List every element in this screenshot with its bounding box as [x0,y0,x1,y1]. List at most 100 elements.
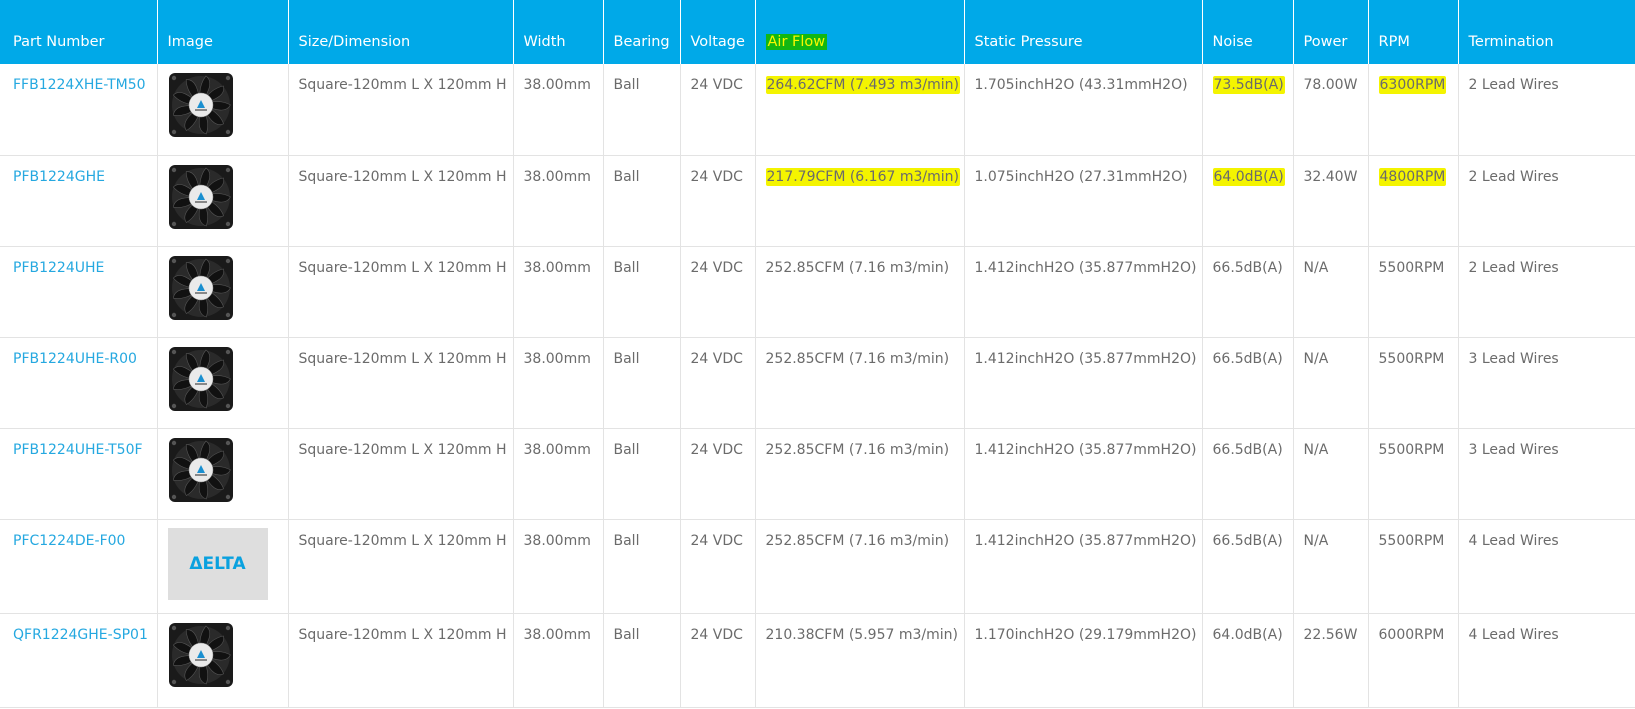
product-image[interactable] [168,437,278,503]
noise-cell: 66.5dB(A) [1201,519,1293,614]
table-row: PFC1224DE-F00 ΔELTA Square-120mm L X 120… [0,519,1635,614]
rpm-cell: 4800RPM [1367,155,1458,247]
size-cell: Square-120mm L X 120mm H [287,428,513,520]
power-cell: 78.00W [1292,64,1368,156]
header-static-pressure[interactable]: Static Pressure [963,0,1202,64]
noise-cell: 66.5dB(A) [1201,337,1293,429]
header-power[interactable]: Power [1292,0,1368,64]
static-pressure-cell: 1.075inchH2O (27.31mmH2O) [963,155,1202,247]
rpm-text: 6000RPM [1378,626,1445,643]
voltage-cell: 24 VDC [679,246,755,338]
static-pressure-text: 1.075inchH2O (27.31mmH2O) [974,168,1188,185]
width-text: 38.00mm [523,259,591,276]
static-pressure-cell: 1.170inchH2O (29.179mmH2O) [963,613,1202,708]
bearing-text: Ball [613,350,640,367]
air-flow-cell: 210.38CFM (5.957 m3/min) [754,613,964,708]
part-number-link[interactable]: FFB1224XHE-TM50 [13,77,146,93]
header-air-flow[interactable]: Air Flow [754,0,964,64]
noise-text: 64.0dB(A) [1212,626,1283,643]
header-width[interactable]: Width [512,0,603,64]
product-image[interactable] [168,72,278,138]
voltage-text: 24 VDC [690,626,743,643]
header-part-number[interactable]: Part Number [0,0,157,64]
termination-text: 2 Lead Wires [1468,77,1559,93]
header-noise[interactable]: Noise [1201,0,1293,64]
part-number-cell: PFB1224UHE-R00 [0,337,157,429]
termination-cell: 3 Lead Wires [1457,337,1635,429]
rpm-cell: 5500RPM [1367,246,1458,338]
noise-cell: 73.5dB(A) [1201,64,1293,156]
static-pressure-text: 1.412inchH2O (35.877mmH2O) [974,350,1197,367]
power-text: 32.40W [1303,168,1358,185]
product-image[interactable] [168,164,278,230]
size-cell: Square-120mm L X 120mm H [287,519,513,614]
delta-logo-text: ΔELTA [189,553,246,574]
image-cell [156,613,288,708]
part-number-cell: PFB1224UHE-T50F [0,428,157,520]
termination-text: 4 Lead Wires [1468,626,1559,643]
voltage-text: 24 VDC [690,350,743,367]
header-image[interactable]: Image [156,0,288,64]
fan-icon [168,346,233,411]
noise-text: 66.5dB(A) [1212,441,1283,458]
width-text: 38.00mm [523,77,591,93]
power-cell: 22.56W [1292,613,1368,708]
power-text: N/A [1303,441,1329,458]
noise-text: 66.5dB(A) [1212,532,1283,549]
width-cell: 38.00mm [512,337,603,429]
power-cell: N/A [1292,519,1368,614]
header-voltage[interactable]: Voltage [679,0,755,64]
air-flow-text: 252.85CFM (7.16 m3/min) [765,441,950,458]
bearing-text: Ball [613,626,640,643]
power-text: N/A [1303,259,1329,276]
part-number-cell: PFB1224UHE [0,246,157,338]
product-image[interactable] [168,346,278,412]
static-pressure-text: 1.412inchH2O (35.877mmH2O) [974,532,1197,549]
header-rpm[interactable]: RPM [1367,0,1458,64]
bearing-cell: Ball [602,613,680,708]
part-number-cell: PFB1224GHE [0,155,157,247]
voltage-cell: 24 VDC [679,519,755,614]
termination-cell: 2 Lead Wires [1457,64,1635,156]
termination-cell: 2 Lead Wires [1457,155,1635,247]
rpm-text: 5500RPM [1378,259,1445,276]
air-flow-header-label: Air Flow [765,34,828,50]
part-number-link[interactable]: PFB1224UHE-R00 [13,351,137,367]
voltage-cell: 24 VDC [679,155,755,247]
table-row: FFB1224XHE-TM50 Square-120mm L X 120mm H… [0,64,1635,156]
bearing-text: Ball [613,168,640,185]
rpm-highlight: 6300RPM [1378,76,1447,94]
size-cell: Square-120mm L X 120mm H [287,613,513,708]
image-cell [156,155,288,247]
voltage-text: 24 VDC [690,77,743,93]
delta-logo[interactable]: ΔELTA [167,527,268,600]
fan-icon [168,73,233,137]
part-number-link[interactable]: PFB1224UHE-T50F [13,442,143,458]
air-flow-cell: 252.85CFM (7.16 m3/min) [754,246,964,338]
header-size[interactable]: Size/Dimension [287,0,513,64]
air-flow-highlight: 217.79CFM (6.167 m3/min) [765,167,960,186]
part-number-link[interactable]: QFR1224GHE-SP01 [13,627,148,643]
product-image[interactable] [168,622,278,688]
termination-cell: 4 Lead Wires [1457,613,1635,708]
header-bearing[interactable]: Bearing [602,0,680,64]
termination-text: 3 Lead Wires [1468,350,1559,367]
header-termination[interactable]: Termination [1457,0,1635,64]
part-number-cell: QFR1224GHE-SP01 [0,613,157,708]
rpm-cell: 6300RPM [1367,64,1458,156]
voltage-cell: 24 VDC [679,337,755,429]
noise-text: 66.5dB(A) [1212,259,1283,276]
size-cell: Square-120mm L X 120mm H [287,337,513,429]
static-pressure-cell: 1.412inchH2O (35.877mmH2O) [963,337,1202,429]
air-flow-cell: 217.79CFM (6.167 m3/min) [754,155,964,247]
bearing-text: Ball [613,259,640,276]
fan-icon [168,255,233,320]
image-cell [156,246,288,338]
size-cell: Square-120mm L X 120mm H [287,64,513,156]
part-number-link[interactable]: PFB1224UHE [13,260,104,276]
air-flow-cell: 252.85CFM (7.16 m3/min) [754,428,964,520]
product-image[interactable] [168,255,278,321]
rpm-text: 5500RPM [1378,441,1445,458]
part-number-link[interactable]: PFB1224GHE [13,169,105,185]
part-number-link[interactable]: PFC1224DE-F00 [13,533,125,549]
